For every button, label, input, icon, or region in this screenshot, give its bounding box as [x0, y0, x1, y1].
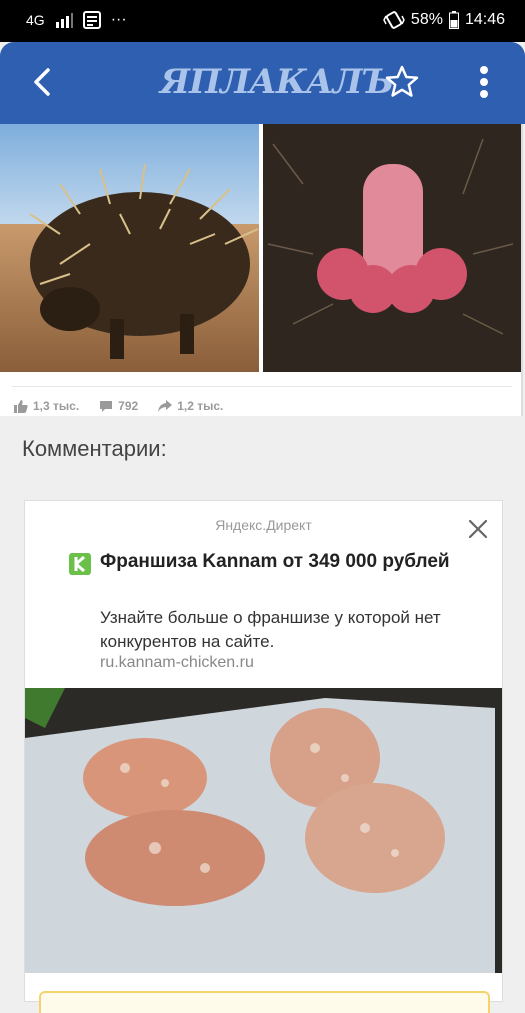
comment-bubble-icon — [100, 400, 113, 412]
signal-icon — [55, 13, 73, 28]
back-arrow-icon[interactable] — [24, 62, 64, 102]
more-vertical-icon[interactable] — [472, 62, 496, 102]
post-divider — [12, 386, 512, 387]
thumbs-up-icon — [14, 399, 28, 413]
network-type: 4G — [26, 12, 45, 28]
close-icon[interactable] — [466, 517, 490, 541]
likes-stat[interactable]: 1,3 тыс. — [14, 399, 79, 413]
ad-title-link[interactable]: Франшиза Kannam от 349 000 рублей — [100, 550, 460, 574]
star-outline-icon[interactable] — [384, 64, 420, 100]
clock: 14:46 — [464, 11, 505, 28]
site-logo[interactable]: ЯПЛАКАЛЪ — [160, 60, 394, 104]
echidna-photo[interactable] — [0, 124, 259, 372]
comments-heading: Комментарии: — [22, 436, 167, 461]
status-bar: 4G ··· 58% 14:46 — [0, 0, 525, 42]
comments-count: 792 — [118, 399, 139, 413]
ad-card: Яндекс.Директ Франшиза Kannam от 349 000… — [24, 500, 503, 1013]
share-arrow-icon — [158, 400, 173, 412]
close-up-photo[interactable] — [263, 124, 521, 372]
shares-stat[interactable]: 1,2 тыс. — [158, 399, 223, 413]
more-notifications-indicator: ··· — [110, 11, 127, 28]
post-stats: 1,3 тыс. 792 1,2 тыс. — [14, 399, 243, 413]
app-bar: ЯПЛАКАЛЪ — [0, 42, 525, 124]
shares-count: 1,2 тыс. — [177, 399, 224, 413]
ad-fried-chicken-image[interactable] — [25, 688, 502, 973]
ad-source-label[interactable]: Яндекс.Директ — [25, 517, 502, 533]
notification-news-icon — [82, 11, 101, 29]
likes-count: 1,3 тыс. — [33, 399, 80, 413]
ad-url-link[interactable]: ru.kannam-chicken.ru — [100, 654, 254, 672]
battery-icon — [448, 11, 459, 29]
vibrate-mode-icon — [383, 11, 405, 29]
comments-stat[interactable]: 792 — [99, 399, 138, 413]
battery-percent: 58% — [410, 11, 443, 28]
post-card: 1,3 тыс. 792 1,2 тыс. — [0, 124, 523, 416]
ad-next-block — [39, 991, 490, 1013]
ad-description: Узнайте больше о франшизе у которой нет … — [100, 608, 441, 651]
ad-brand-logo — [69, 553, 91, 575]
